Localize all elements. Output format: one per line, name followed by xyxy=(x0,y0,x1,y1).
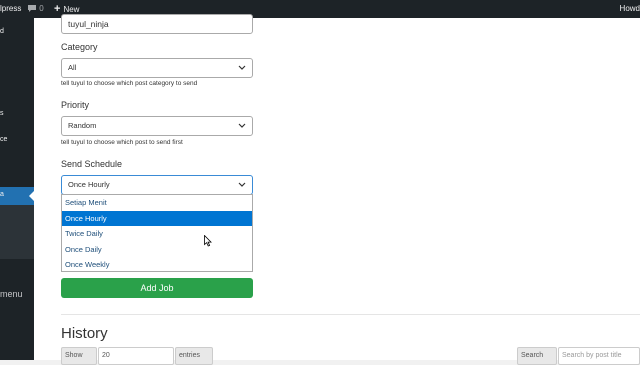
sidebar-item-posts[interactable]: s xyxy=(0,110,4,117)
mouse-cursor-icon xyxy=(204,235,212,247)
priority-hint: tell tuyul to choose which post to send … xyxy=(61,139,183,146)
schedule-option[interactable]: Once Daily xyxy=(62,242,252,258)
chevron-down-icon xyxy=(238,65,246,70)
sidebar-submenu xyxy=(0,205,34,259)
collapse-menu-button[interactable]: menu xyxy=(0,289,23,299)
chevron-down-icon xyxy=(238,123,246,128)
category-selected-value: All xyxy=(68,63,77,72)
category-label: Category xyxy=(61,42,98,52)
schedule-selected-value: Once Hourly xyxy=(68,180,110,189)
schedule-select[interactable]: Once Hourly xyxy=(61,175,253,195)
schedule-option[interactable]: Setiap Menit xyxy=(62,195,252,211)
comment-count: 0 xyxy=(39,4,44,13)
plus-icon: + xyxy=(54,3,61,15)
sidebar-item-appearance[interactable]: ce xyxy=(0,136,7,143)
show-label: Show xyxy=(61,347,97,365)
comments-link[interactable]: 0 xyxy=(27,0,44,18)
priority-label: Priority xyxy=(61,100,90,110)
schedule-option[interactable]: Twice Daily xyxy=(62,226,252,242)
category-select[interactable]: All xyxy=(61,58,253,78)
job-name-input[interactable]: tuyul_ninja xyxy=(61,14,253,34)
new-label: New xyxy=(63,5,80,14)
schedule-label: Send Schedule xyxy=(61,159,123,169)
category-hint: tell tuyul to choose which post category… xyxy=(61,80,198,87)
priority-select[interactable]: Random xyxy=(61,116,253,136)
add-job-button[interactable]: Add Job xyxy=(61,278,253,298)
entries-label: entries xyxy=(175,347,213,365)
divider xyxy=(61,314,640,315)
admin-sidebar: d s ce a menu xyxy=(0,18,34,360)
history-search-input[interactable]: Search by post title xyxy=(558,347,640,365)
schedule-option[interactable]: Once Weekly xyxy=(62,257,252,273)
search-label: Search xyxy=(517,347,557,365)
howdy-user-menu[interactable]: Howd xyxy=(620,0,640,18)
chevron-down-icon xyxy=(238,182,246,187)
schedule-option-highlighted[interactable]: Once Hourly xyxy=(62,210,252,226)
comment-icon xyxy=(28,5,36,12)
sidebar-active-label: a xyxy=(0,191,4,198)
priority-selected-value: Random xyxy=(68,121,97,130)
sidebar-item-active[interactable]: a xyxy=(0,187,34,205)
sidebar-item-dashboard[interactable]: d xyxy=(0,28,4,35)
entries-select[interactable]: 20 xyxy=(98,347,174,365)
main-content: tuyul_ninja Category All tell tuyul to c… xyxy=(34,14,640,365)
schedule-dropdown-list: Setiap Menit Once Hourly Twice Daily Onc… xyxy=(61,194,253,272)
site-name-link[interactable]: lpress xyxy=(0,0,21,18)
history-heading: History xyxy=(61,325,108,342)
entries-selected-value: 20 xyxy=(102,352,110,359)
